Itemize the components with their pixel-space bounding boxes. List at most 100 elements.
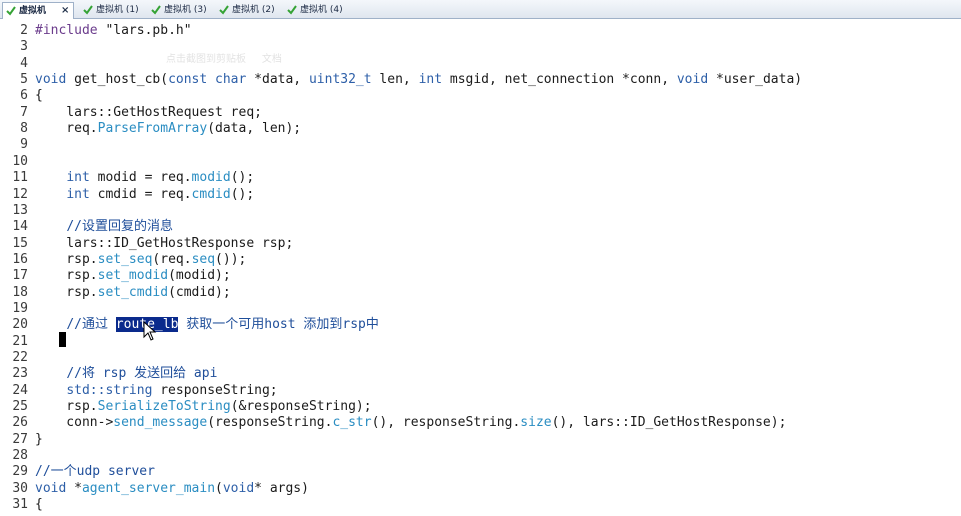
code-token: ParseFromArray bbox=[97, 121, 208, 137]
line-number: 20 bbox=[12, 317, 28, 333]
line-code[interactable]: { bbox=[35, 497, 43, 513]
line-code[interactable]: //设置回复的消息 bbox=[35, 219, 173, 235]
code-token: void bbox=[35, 480, 67, 496]
line-number: 23 bbox=[12, 366, 28, 382]
tab-vm-2[interactable]: 虚拟机 (2) bbox=[216, 2, 282, 19]
tab-label: 虚拟机 bbox=[19, 6, 47, 16]
code-line[interactable]: 31 { bbox=[0, 497, 961, 513]
code-line[interactable]: 14 //设置回复的消息 bbox=[0, 219, 961, 235]
code-token: "lars.pb.h" bbox=[97, 23, 192, 38]
line-code[interactable]: std::string responseString; bbox=[35, 382, 278, 399]
line-number: 30 bbox=[12, 480, 28, 496]
line-code[interactable]: void get_host_cb(const char *data, uint3… bbox=[35, 72, 802, 88]
code-line[interactable]: 15 lars::ID_GetHostResponse rsp; bbox=[0, 236, 961, 252]
code-token: rsp. bbox=[35, 268, 98, 284]
line-number: 17 bbox=[12, 268, 28, 284]
line-number: 8 bbox=[20, 121, 28, 137]
code-line[interactable]: 6{ bbox=[0, 88, 961, 104]
line-code[interactable]: rsp.set_modid(modid); bbox=[35, 268, 230, 284]
code-line[interactable]: 9 bbox=[0, 137, 961, 153]
code-line[interactable]: 24 std::string responseString; bbox=[0, 383, 961, 399]
code-token: *data, bbox=[246, 72, 309, 88]
tab-vm-3[interactable]: 虚拟机 (3) bbox=[148, 2, 214, 19]
line-number: 9 bbox=[20, 137, 28, 153]
check-icon bbox=[287, 5, 297, 15]
code-token: cmdid = req. bbox=[89, 186, 192, 202]
line-number: 3 bbox=[20, 39, 28, 55]
code-token: rsp. bbox=[35, 284, 98, 300]
line-code[interactable]: req.ParseFromArray(data, len); bbox=[35, 121, 301, 137]
line-number: 14 bbox=[12, 219, 28, 235]
mouse-pointer-icon bbox=[143, 321, 157, 341]
line-code[interactable]: lars::GetHostRequest req; bbox=[35, 105, 262, 121]
code-token: //将 rsp 发送回给 api bbox=[66, 366, 218, 382]
code-line[interactable]: 30 void *agent_server_main(void* args) bbox=[0, 481, 961, 497]
code-line[interactable]: 11 int modid = req.modid(); bbox=[0, 170, 961, 186]
code-line[interactable]: 10 bbox=[0, 154, 961, 170]
code-token: modid bbox=[191, 170, 231, 186]
line-code[interactable]: int cmdid = req.cmdid(); bbox=[35, 187, 254, 203]
code-line[interactable]: 23 //将 rsp 发送回给 api bbox=[0, 366, 961, 382]
code-line[interactable]: 28 bbox=[0, 448, 961, 464]
code-token: lars::ID_GetHostResponse rsp; bbox=[35, 235, 294, 251]
line-number: 10 bbox=[12, 153, 28, 169]
code-token: c_str bbox=[332, 415, 372, 431]
code-line[interactable]: 25 rsp.SerializeToString(&responseString… bbox=[0, 399, 961, 415]
code-line[interactable]: 26 conn->send_message(responseString.c_s… bbox=[0, 415, 961, 431]
check-icon bbox=[219, 5, 229, 15]
code-line[interactable]: 17 rsp.set_modid(modid); bbox=[0, 268, 961, 284]
code-line[interactable]: 3 bbox=[0, 39, 961, 55]
line-code[interactable]: #include "lars.pb.h" bbox=[35, 23, 192, 39]
line-code[interactable]: { bbox=[35, 88, 43, 104]
line-code[interactable]: lars::ID_GetHostResponse rsp; bbox=[35, 236, 293, 252]
tab-vm-1[interactable]: 虚拟机 (1) bbox=[80, 2, 146, 19]
code-token: std::string bbox=[66, 382, 153, 398]
line-code[interactable]: //通过 route_lb 获取一个可用host 添加到rsp中 bbox=[35, 317, 379, 333]
code-token: void bbox=[222, 480, 255, 496]
code-line[interactable]: 8 req.ParseFromArray(data, len); bbox=[0, 121, 961, 137]
tab-vm[interactable]: 虚拟机 × bbox=[2, 2, 74, 19]
line-code[interactable]: conn->send_message(responseString.c_str(… bbox=[35, 415, 786, 431]
code-token: msgid, net_connection *conn, bbox=[442, 72, 677, 88]
code-token: get_host_cb( bbox=[66, 72, 169, 88]
line-number: 29 bbox=[12, 464, 28, 480]
code-line[interactable]: 4 bbox=[0, 56, 961, 72]
code-line[interactable]: 22 bbox=[0, 350, 961, 366]
close-icon[interactable]: × bbox=[61, 3, 69, 19]
code-token: uint32_t bbox=[308, 72, 372, 88]
code-line[interactable]: 13 bbox=[0, 203, 961, 219]
text-cursor bbox=[59, 332, 66, 347]
line-code[interactable]: int modid = req.modid(); bbox=[35, 170, 254, 186]
line-code[interactable]: //一个udp server bbox=[35, 464, 155, 480]
line-code[interactable]: rsp.set_cmdid(cmdid); bbox=[35, 284, 230, 301]
code-line[interactable]: 27} bbox=[0, 432, 961, 448]
code-token: send_message bbox=[113, 415, 208, 431]
line-number: 12 bbox=[12, 186, 28, 202]
code-token: *user_data) bbox=[708, 72, 803, 88]
code-token: (); bbox=[230, 186, 255, 202]
line-code[interactable]: rsp.SerializeToString(&responseString); bbox=[35, 399, 371, 415]
code-line[interactable]: 19 bbox=[0, 301, 961, 317]
code-editor[interactable]: 31{30 void *agent_server_main(void* args)… bbox=[0, 19, 961, 516]
line-number: 6 bbox=[20, 88, 28, 104]
tab-vm-4[interactable]: 虚拟机 (4) bbox=[284, 2, 350, 19]
code-token: responseString; bbox=[152, 382, 278, 398]
code-token: { bbox=[35, 88, 43, 104]
line-code[interactable]: //将 rsp 发送回给 api bbox=[35, 366, 217, 382]
line-code[interactable]: void *agent_server_main(void* args) bbox=[35, 481, 309, 497]
line-code[interactable]: rsp.set_seq(req.seq()); bbox=[35, 252, 246, 268]
code-line[interactable]: 7 lars::GetHostRequest req; bbox=[0, 105, 961, 121]
tab-bar: 虚拟机 × 虚拟机 (1) 虚拟机 (3) 虚拟机 (2) 虚拟机 (4) bbox=[0, 0, 961, 19]
code-line[interactable]: 16 rsp.set_seq(req.seq()); bbox=[0, 252, 961, 268]
code-line[interactable]: 29 //一个udp server bbox=[0, 464, 961, 480]
code-line[interactable]: 12 int cmdid = req.cmdid(); bbox=[0, 187, 961, 203]
line-code[interactable]: } bbox=[35, 432, 43, 448]
code-line[interactable]: 5 void get_host_cb(const char *data, uint… bbox=[0, 72, 961, 88]
code-line[interactable]: 2 #include "lars.pb.h" bbox=[0, 23, 961, 39]
line-number: 28 bbox=[12, 448, 28, 464]
line-number: 5 bbox=[20, 72, 28, 88]
code-token: char bbox=[215, 72, 247, 88]
code-token: { bbox=[35, 497, 43, 513]
code-line[interactable]: 18 rsp.set_cmdid(cmdid); bbox=[0, 285, 961, 301]
